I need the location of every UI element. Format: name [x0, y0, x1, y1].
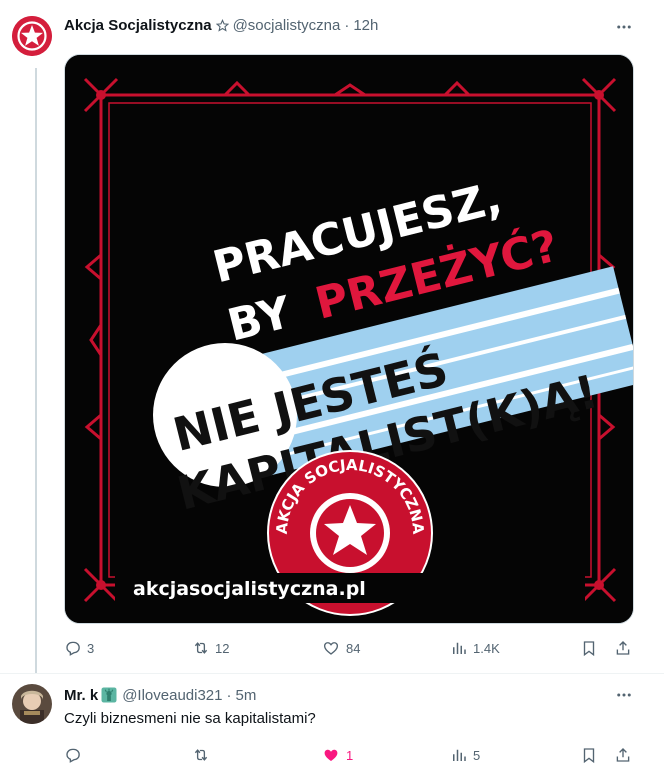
reply-repost-button[interactable]: [192, 743, 210, 767]
like-count: 84: [346, 640, 361, 656]
post-header: Akcja Socjalistyczna @socjalistyczna · 1…: [64, 17, 378, 34]
reply-author-handle[interactable]: @Iloveaudi321: [122, 687, 222, 704]
reply-bookmark-button[interactable]: [580, 743, 598, 767]
author-name[interactable]: Akcja Socjalistyczna: [64, 17, 212, 34]
reply-timestamp[interactable]: 5m: [236, 687, 257, 704]
statue-of-liberty-icon: [100, 686, 118, 704]
reply-like-count: 1: [346, 747, 354, 763]
reply-bubble-icon: [66, 748, 80, 763]
reply-more-options-button[interactable]: [613, 684, 635, 706]
reply-views-count: 5: [473, 747, 481, 763]
bookmark-button[interactable]: [580, 636, 598, 660]
star-outline-icon: [215, 19, 229, 32]
reply-author-avatar[interactable]: [12, 684, 52, 724]
reply-count: 3: [87, 640, 95, 656]
reply-header-separator: ·: [226, 686, 232, 704]
bar-chart-icon: [453, 749, 466, 761]
share-upload-icon: [616, 748, 630, 762]
bookmark-icon: [583, 641, 595, 657]
views-button[interactable]: 1.4K: [450, 636, 500, 660]
heart-outline-icon: [323, 642, 339, 655]
poster-url: akcjasocjalistyczna.pl: [133, 578, 366, 600]
red-star-logo-icon: [12, 16, 52, 56]
views-count: 1.4K: [473, 640, 500, 656]
reply-bubble-icon: [66, 641, 80, 656]
bookmark-icon: [583, 748, 595, 764]
reply-reply-button[interactable]: [64, 743, 82, 767]
repost-count: 12: [215, 640, 230, 656]
heart-filled-icon: [324, 749, 338, 761]
thread-connector-line: [35, 68, 37, 674]
reply-views-button[interactable]: 5: [450, 743, 480, 767]
bar-chart-icon: [453, 642, 466, 654]
reply-text: Czyli biznesmeni nie sa kapitalistami?: [64, 710, 316, 727]
more-dots-icon: [617, 693, 631, 697]
author-handle[interactable]: @socjalistyczna: [233, 17, 341, 34]
reply-share-button[interactable]: [614, 743, 632, 767]
more-dots-icon: [617, 25, 631, 29]
poster-graphic: PRACUJESZ, BY PRZEŻYĆ? NIE JESTEŚ KAPITA…: [65, 55, 633, 623]
anime-character-avatar-icon: [12, 684, 52, 724]
more-options-button[interactable]: [613, 16, 635, 38]
repost-arrows-icon: [194, 642, 208, 654]
post-timestamp[interactable]: 12h: [353, 17, 378, 34]
reply-like-button[interactable]: 1: [322, 743, 353, 767]
share-button[interactable]: [614, 636, 632, 660]
reply-author-name[interactable]: Mr. k: [64, 687, 98, 704]
header-separator: ·: [344, 17, 350, 34]
author-avatar[interactable]: [12, 16, 52, 56]
reply-button[interactable]: 3: [64, 636, 94, 660]
reply-header: Mr. k @Iloveaudi321 · 5m: [64, 686, 256, 704]
share-upload-icon: [616, 641, 630, 655]
post-action-bar: 3 12 84 1.4K: [64, 636, 634, 660]
repost-arrows-icon: [194, 749, 208, 761]
reply-action-bar: 1 5: [64, 743, 634, 767]
like-button[interactable]: 84: [322, 636, 360, 660]
post-divider: [0, 673, 664, 674]
repost-button[interactable]: 12: [192, 636, 229, 660]
post-image[interactable]: PRACUJESZ, BY PRZEŻYĆ? NIE JESTEŚ KAPITA…: [64, 54, 634, 624]
